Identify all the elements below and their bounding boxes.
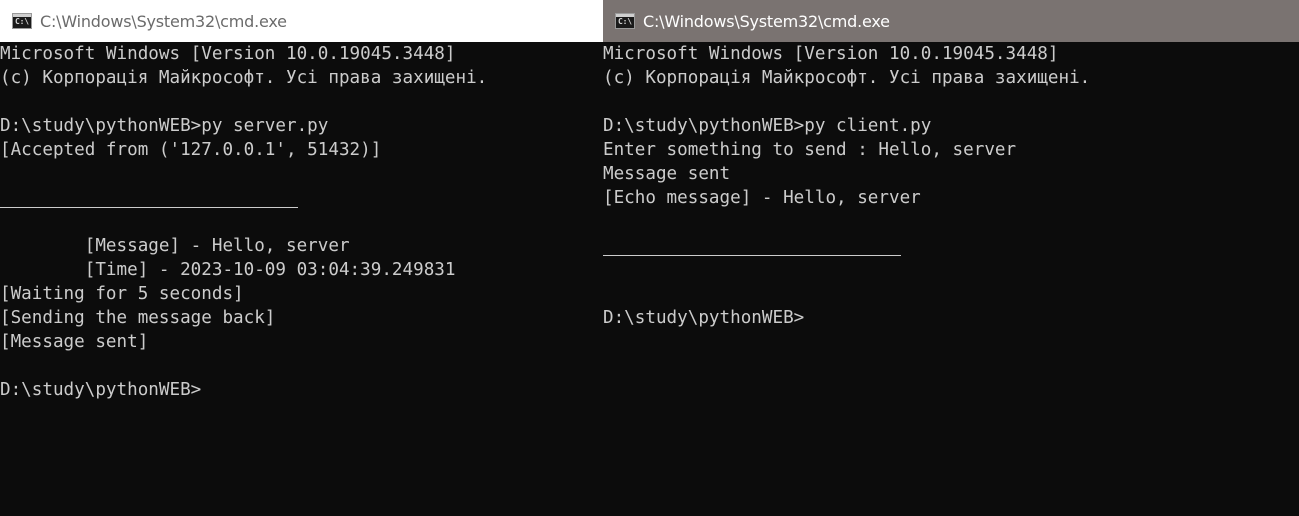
console-line: Message sent: [603, 164, 731, 184]
console-line: Enter something to send : Hello, server: [603, 140, 1017, 160]
console-line: Microsoft Windows [Version 10.0.19045.34…: [0, 44, 456, 64]
console-line: D:\study\pythonWEB>: [0, 380, 202, 400]
console-line: [Accepted from ('127.0.0.1', 51432)]: [0, 140, 382, 160]
console-line: D:\study\pythonWEB>: [603, 308, 805, 328]
cmd-icon: C:\: [615, 13, 635, 29]
separator-line: [0, 186, 603, 210]
console-line: [Message] - Hello, server: [0, 236, 350, 256]
cmd-window-server[interactable]: C:\ C:\Windows\System32\cmd.exe Microsof…: [0, 0, 603, 516]
console-line: [Message sent]: [0, 332, 149, 352]
title-bar[interactable]: C:\ C:\Windows\System32\cmd.exe: [0, 0, 603, 42]
console-line: [Echo message] - Hello, server: [603, 188, 921, 208]
cmd-icon: C:\: [12, 13, 32, 29]
console-output[interactable]: Microsoft Windows [Version 10.0.19045.34…: [0, 42, 603, 516]
console-line: [Waiting for 5 seconds]: [0, 284, 244, 304]
cmd-window-client[interactable]: C:\ C:\Windows\System32\cmd.exe Microsof…: [603, 0, 1299, 516]
console-line: (c) Корпорація Майкрософт. Усі права зах…: [603, 68, 1091, 88]
window-title: C:\Windows\System32\cmd.exe: [643, 11, 890, 31]
console-line: D:\study\pythonWEB>py client.py: [603, 116, 932, 136]
console-line: (c) Корпорація Майкрософт. Усі права зах…: [0, 68, 488, 88]
separator-line: [603, 234, 1299, 258]
console-line: [Time] - 2023-10-09 03:04:39.249831: [0, 260, 456, 280]
window-title: C:\Windows\System32\cmd.exe: [40, 11, 287, 31]
console-line: D:\study\pythonWEB>py server.py: [0, 116, 329, 136]
console-line: [Sending the message back]: [0, 308, 276, 328]
console-output[interactable]: Microsoft Windows [Version 10.0.19045.34…: [603, 42, 1299, 516]
console-line: Microsoft Windows [Version 10.0.19045.34…: [603, 44, 1059, 64]
title-bar[interactable]: C:\ C:\Windows\System32\cmd.exe: [603, 0, 1299, 42]
